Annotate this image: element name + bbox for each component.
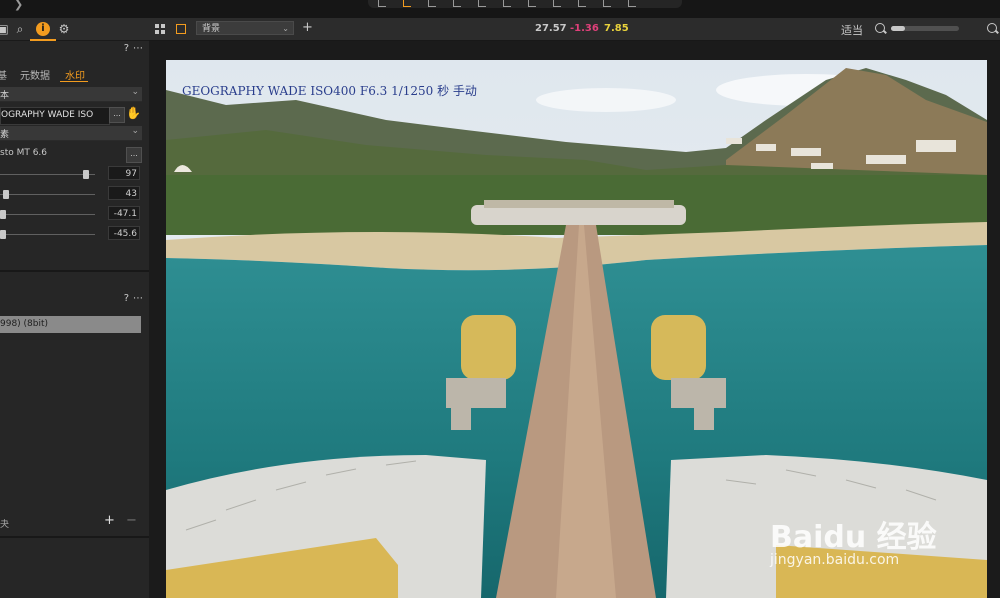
- subtab-basic[interactable]: 基: [0, 67, 7, 82]
- watermark-type-value: 本: [0, 91, 10, 101]
- size-value[interactable]: 97: [108, 166, 140, 180]
- title-strip: ❯: [0, 0, 1000, 18]
- eraser-tool-icon[interactable]: [553, 0, 561, 7]
- picker-tool-icon[interactable]: [578, 0, 586, 7]
- background-select[interactable]: 背景 ⌄: [196, 21, 294, 35]
- watermark-section-header: ? ⋯: [0, 42, 149, 58]
- wb-tool-icon[interactable]: [603, 0, 611, 7]
- library-icon[interactable]: ▣: [0, 22, 10, 36]
- opacity-slider[interactable]: 43: [0, 186, 149, 204]
- photo-preview[interactable]: GEOGRAPHY WADE ISO400 F6.3 1/1250 秒 手动 B…: [166, 60, 987, 598]
- left-panel: ▣ ⌕ i ⚙ ? ⋯ 基 元数据 水印 本 ⌄ OGRAPHY WADE IS…: [0, 18, 149, 598]
- back-icon[interactable]: ❯: [14, 0, 23, 11]
- slider-thumb[interactable]: [83, 170, 89, 179]
- baidu-url: jingyan.baidu.com: [770, 552, 900, 568]
- slider-thumb[interactable]: [0, 210, 6, 219]
- horizontal-slider[interactable]: -47.1: [0, 206, 149, 224]
- subtab-metadata[interactable]: 元数据: [20, 67, 50, 82]
- fit-label[interactable]: 适当: [841, 22, 863, 38]
- info-icon[interactable]: i: [36, 22, 50, 36]
- select-tool-icon[interactable]: [403, 0, 411, 7]
- cursor-tools-bar: [368, 0, 682, 8]
- remove-icon[interactable]: −: [126, 513, 137, 528]
- metadata-subtabs: 基 元数据 水印: [0, 65, 149, 82]
- baidu-logo: Baidu 经验: [770, 520, 937, 555]
- profile-section-header: ? ⋯: [0, 292, 149, 308]
- zoom-out-icon[interactable]: [875, 23, 885, 33]
- search-icon[interactable]: ⌕: [13, 22, 27, 36]
- watermark-type-dropdown[interactable]: 本 ⌄: [0, 87, 142, 102]
- zoom-slider[interactable]: [891, 26, 959, 31]
- image-viewer[interactable]: GEOGRAPHY WADE ISO400 F6.3 1/1250 秒 手动 B…: [149, 41, 1000, 598]
- help-icon[interactable]: ?: [124, 43, 129, 54]
- vertical-slider[interactable]: -45.6: [0, 226, 149, 244]
- annotate-tool-icon[interactable]: [628, 0, 636, 7]
- text-options-button[interactable]: ...: [109, 107, 125, 123]
- subtab-watermark[interactable]: 水印: [65, 67, 85, 82]
- font-options-button[interactable]: ...: [126, 147, 142, 163]
- more-icon[interactable]: ⋯: [133, 293, 143, 304]
- readout-a: -1.36: [570, 23, 599, 34]
- watermark-text-field[interactable]: OGRAPHY WADE ISO: [0, 107, 110, 125]
- viewer-toolbar: 背景 ⌄ + 27.57 -1.36 7.85 适当: [149, 18, 1000, 41]
- opacity-value[interactable]: 43: [108, 186, 140, 200]
- crop-tool-icon[interactable]: [428, 0, 436, 7]
- slider-track: [0, 194, 95, 195]
- slider-track: [0, 234, 95, 235]
- brush-tool-icon[interactable]: [528, 0, 536, 7]
- spot-tool-icon[interactable]: [503, 0, 511, 7]
- slider-thumb[interactable]: [3, 190, 9, 199]
- hand-icon[interactable]: ✋: [126, 106, 141, 120]
- active-tab-indicator: [30, 39, 56, 41]
- readout-l: 27.57: [535, 23, 567, 34]
- zoom-fill: [891, 26, 905, 31]
- keystone-tool-icon[interactable]: [478, 0, 486, 7]
- color-profile-field[interactable]: 998) (8bit): [0, 316, 141, 333]
- readout-b: 7.85: [604, 23, 629, 34]
- section-divider: [0, 536, 149, 538]
- vertical-value[interactable]: -45.6: [108, 226, 140, 240]
- gear-icon[interactable]: ⚙: [57, 22, 71, 36]
- zoom-in-icon[interactable]: [987, 23, 997, 33]
- slider-thumb[interactable]: [0, 230, 6, 239]
- pan-tool-icon[interactable]: [378, 0, 386, 7]
- background-select-value: 背景: [202, 24, 221, 34]
- subtab-active-line: [60, 81, 88, 82]
- unit-dropdown[interactable]: 素 ⌄: [0, 126, 142, 141]
- single-view-icon[interactable]: [176, 24, 186, 34]
- more-icon[interactable]: ⋯: [133, 43, 143, 54]
- add-icon[interactable]: +: [104, 513, 115, 528]
- right-edge: [988, 41, 1000, 598]
- size-slider[interactable]: 97: [0, 166, 149, 184]
- tool-tabs: ▣ ⌕ i ⚙: [0, 18, 149, 41]
- section-divider: [0, 270, 149, 272]
- grid-view-icon[interactable]: [155, 24, 165, 34]
- chevron-down-icon: ⌄: [131, 87, 139, 97]
- font-name: sto MT 6.6: [0, 148, 48, 158]
- unit-value: 素: [0, 130, 10, 140]
- add-viewer-icon[interactable]: +: [302, 20, 313, 35]
- help-icon[interactable]: ?: [124, 293, 129, 304]
- chevron-down-icon: ⌄: [131, 126, 139, 136]
- slider-track: [0, 214, 95, 215]
- rotate-tool-icon[interactable]: [453, 0, 461, 7]
- footer-label: 夬: [0, 520, 10, 530]
- chevron-down-icon: ⌄: [282, 24, 289, 33]
- watermark-text: GEOGRAPHY WADE ISO400 F6.3 1/1250 秒 手动: [182, 84, 477, 98]
- slider-track: [0, 174, 95, 175]
- horizontal-value[interactable]: -47.1: [108, 206, 140, 220]
